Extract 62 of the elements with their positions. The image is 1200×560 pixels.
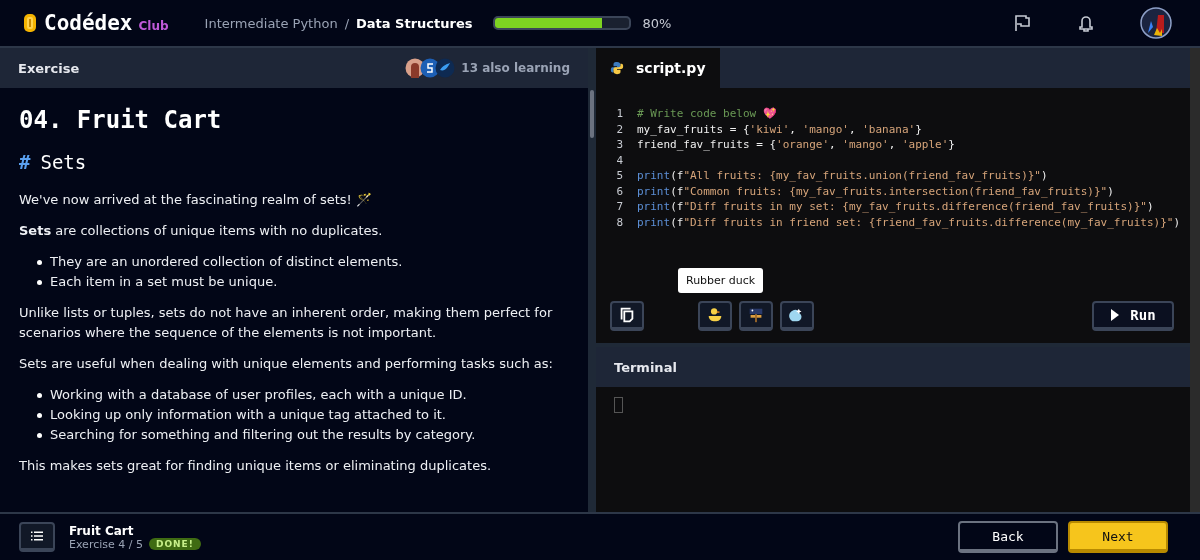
code-line: friend_fav_fruits = {'orange', 'mango', 'apple'} [637, 137, 955, 153]
rubber-duck-button[interactable] [698, 301, 732, 331]
line-number: 7 [615, 199, 623, 215]
bell-icon[interactable] [1076, 13, 1096, 33]
duck-icon [706, 306, 724, 324]
flag-icon[interactable] [1012, 13, 1032, 33]
line-number: 2 [615, 121, 623, 137]
learner-avatar [435, 58, 456, 78]
list-item: Looking up only information with a unique tag attached to it. [50, 406, 446, 424]
paragraph: Unlike lists or tuples, sets do not have an inherent order, making them perfect for scenarios where the sequence of the elements is not important. [19, 304, 554, 342]
run-button[interactable]: Run [1092, 301, 1174, 331]
signpost-icon [747, 306, 765, 324]
scrollbar[interactable] [1190, 48, 1200, 512]
list-item: Each item in a set must be unique. [50, 273, 278, 291]
line-number: 6 [615, 183, 623, 199]
paragraph: Sets are useful when dealing with unique elements and performing tasks such as: [19, 355, 554, 373]
learners-count: 13 also learning [461, 61, 570, 75]
file-tab[interactable]: script.py [596, 48, 720, 88]
scrollbar[interactable] [590, 90, 594, 138]
list-item: They are an unordered collection of distinct elements. [50, 253, 403, 271]
section-heading: Sets [40, 152, 87, 172]
panel-title: Exercise [18, 60, 80, 76]
line-number: 5 [615, 168, 623, 184]
next-button[interactable]: Next [1068, 521, 1168, 553]
line-number: 8 [615, 214, 623, 230]
code-line: print(f"Common fruits: {my_fav_fruits.intersection(friend_fav_fruits)}") [637, 183, 1114, 199]
exercise-name: Fruit Cart [69, 523, 135, 538]
breadcrumb-separator: / [344, 15, 350, 31]
user-avatar[interactable] [1140, 7, 1172, 39]
logo-text[interactable]: Codédex [44, 11, 133, 35]
done-badge: DONE! [148, 538, 201, 550]
progress-reading: 80% [642, 15, 672, 31]
line-number: 4 [615, 152, 623, 168]
menu-button[interactable] [19, 522, 55, 552]
exercise-count: Exercise 4 / 5 [69, 537, 143, 551]
paragraph: We've now arrived at the fascinating realm of sets! 🪄 [19, 191, 373, 209]
list-item: Searching for something and filtering out the results by category. [50, 426, 476, 444]
list-icon [31, 531, 43, 541]
line-number: 1 [615, 106, 623, 122]
copy-button[interactable] [610, 301, 644, 331]
copy-icon [618, 306, 636, 324]
breadcrumb-link[interactable]: Intermediate Python [204, 15, 338, 31]
line-number: 3 [615, 137, 623, 153]
paragraph: This makes sets great for finding unique items or eliminating duplicates. [19, 457, 493, 475]
list-item: Working with a database of user profiles, each with a unique ID. [50, 386, 467, 404]
code-line: print(f"Diff fruits in my set: {my_fav_fruits.difference(friend_fav_fruits)}") [637, 199, 1154, 215]
back-button[interactable]: Back [958, 521, 1058, 553]
python-icon [610, 61, 624, 75]
tooltip: Rubber duck [678, 267, 764, 293]
code-line: # Write code below 💖 [637, 106, 777, 122]
heading-mark: # [19, 152, 31, 172]
paragraph: Sets are collections of unique items with no duplicates. [19, 222, 384, 240]
terminal-cursor [614, 397, 623, 413]
code-line: print(f"All fruits: {my_fav_fruits.union(friend_fav_fruits)}") [637, 168, 1048, 184]
code-line: print(f"Diff fruits in friend set: {friend_fav_fruits.difference(my_fav_fruits)}") [637, 214, 1181, 230]
code-line: my_fav_fruits = {'kiwi', 'mango', 'banana'} [637, 121, 922, 137]
coin-logo-icon [22, 13, 38, 33]
play-icon [1110, 308, 1121, 322]
tool-button[interactable] [780, 301, 814, 331]
club-label: Club [138, 18, 169, 33]
breadcrumb-link[interactable]: Data Structures [356, 15, 473, 31]
terminal-title: Terminal [614, 359, 677, 375]
